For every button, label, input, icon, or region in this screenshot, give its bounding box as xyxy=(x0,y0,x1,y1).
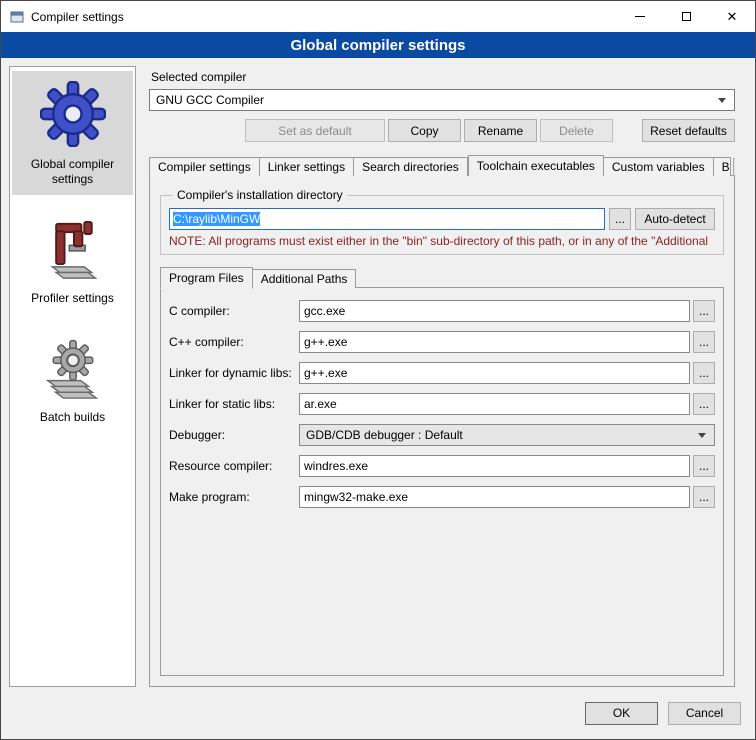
field-label: C++ compiler: xyxy=(169,335,299,349)
gray-gear-stack-icon xyxy=(42,338,104,400)
program-files-panel: C compiler: gcc.exe ... C++ compiler: g+… xyxy=(160,287,724,676)
field-value: windres.exe xyxy=(304,459,368,473)
cpp-compiler-input[interactable]: g++.exe xyxy=(299,331,690,353)
c-compiler-input[interactable]: gcc.exe xyxy=(299,300,690,322)
program-files-tabstrip: Program Files Additional Paths xyxy=(160,267,724,288)
selected-compiler-value: GNU GCC Compiler xyxy=(156,93,264,107)
sidebar-item-label: Profiler settings xyxy=(31,291,114,306)
ok-button[interactable]: OK xyxy=(585,702,658,725)
tab-build-options[interactable]: Buil xyxy=(714,157,731,176)
tab-linker-settings[interactable]: Linker settings xyxy=(260,157,354,176)
dynamic-linker-input[interactable]: g++.exe xyxy=(299,362,690,384)
installation-directory-input[interactable]: C:\raylib\MinGW xyxy=(169,208,605,230)
reset-defaults-button[interactable]: Reset defaults xyxy=(642,119,735,142)
delete-button[interactable]: Delete xyxy=(540,119,613,142)
close-button[interactable]: ✕ xyxy=(709,1,755,32)
resource-compiler-browse-button[interactable]: ... xyxy=(693,455,715,477)
installation-directory-legend: Compiler's installation directory xyxy=(173,188,347,202)
maximize-button[interactable] xyxy=(663,1,709,32)
settings-sidebar: Global compiler settings xyxy=(9,66,136,687)
subtab-additional-paths[interactable]: Additional Paths xyxy=(253,269,357,288)
field-row-cpp-compiler: C++ compiler: g++.exe ... xyxy=(169,331,715,353)
compiler-buttons-row: Set as default Copy Rename Delete Reset … xyxy=(149,119,735,142)
tab-custom-variables[interactable]: Custom variables xyxy=(604,157,714,176)
sidebar-item-label: Global compiler settings xyxy=(14,157,131,187)
dynamic-linker-browse-button[interactable]: ... xyxy=(693,362,715,384)
minimize-icon xyxy=(635,16,645,17)
compiler-settings-window: Compiler settings ✕ Global compiler sett… xyxy=(0,0,756,740)
installation-directory-value: C:\raylib\MinGW xyxy=(173,212,260,226)
c-compiler-browse-button[interactable]: ... xyxy=(693,300,715,322)
app-icon xyxy=(9,9,25,25)
field-value: ar.exe xyxy=(304,397,337,411)
toolchain-executables-panel: Compiler's installation directory C:\ray… xyxy=(149,175,735,687)
field-value: mingw32-make.exe xyxy=(304,490,408,504)
chevron-down-icon xyxy=(698,433,706,438)
field-label: Resource compiler: xyxy=(169,459,299,473)
maximize-icon xyxy=(682,12,691,21)
chevron-down-icon xyxy=(718,98,726,103)
rename-button[interactable]: Rename xyxy=(464,119,537,142)
set-as-default-button[interactable]: Set as default xyxy=(245,119,385,142)
installation-directory-note: NOTE: All programs must exist either in … xyxy=(169,234,715,248)
tab-scrollers: ◄ ► xyxy=(731,158,735,176)
installation-directory-row: C:\raylib\MinGW ... Auto-detect xyxy=(169,208,715,230)
field-label: C compiler: xyxy=(169,304,299,318)
field-value: gcc.exe xyxy=(304,304,345,318)
close-icon: ✕ xyxy=(727,10,738,23)
field-row-debugger: Debugger: GDB/CDB debugger : Default xyxy=(169,424,715,446)
field-label: Linker for dynamic libs: xyxy=(169,366,299,380)
field-label: Debugger: xyxy=(169,428,299,442)
tab-search-directories[interactable]: Search directories xyxy=(354,157,468,176)
field-row-dynamic-linker: Linker for dynamic libs: g++.exe ... xyxy=(169,362,715,384)
installation-directory-group: Compiler's installation directory C:\ray… xyxy=(160,188,724,255)
cancel-button[interactable]: Cancel xyxy=(668,702,741,725)
sidebar-item-global-compiler-settings[interactable]: Global compiler settings xyxy=(12,71,133,195)
dialog-footer: OK Cancel xyxy=(1,695,755,739)
selected-compiler-dropdown[interactable]: GNU GCC Compiler xyxy=(149,89,735,111)
field-row-static-linker: Linker for static libs: ar.exe ... xyxy=(169,393,715,415)
subtab-program-files[interactable]: Program Files xyxy=(160,267,253,289)
copy-button[interactable]: Copy xyxy=(388,119,461,142)
cpp-compiler-browse-button[interactable]: ... xyxy=(693,331,715,353)
dialog-header: Global compiler settings xyxy=(1,32,755,58)
sidebar-item-profiler-settings[interactable]: Profiler settings xyxy=(12,209,133,314)
window-title: Compiler settings xyxy=(31,10,124,24)
clamp-tool-icon xyxy=(43,219,103,281)
field-value: g++.exe xyxy=(304,366,347,380)
blue-gear-icon xyxy=(40,81,106,147)
auto-detect-button[interactable]: Auto-detect xyxy=(635,208,715,230)
make-program-input[interactable]: mingw32-make.exe xyxy=(299,486,690,508)
field-label: Make program: xyxy=(169,490,299,504)
field-value: g++.exe xyxy=(304,335,347,349)
sidebar-item-label: Batch builds xyxy=(40,410,105,425)
resource-compiler-input[interactable]: windres.exe xyxy=(299,455,690,477)
dialog-body: Global compiler settings xyxy=(1,58,755,695)
settings-tabstrip: Compiler settings Linker settings Search… xyxy=(149,155,735,176)
static-linker-browse-button[interactable]: ... xyxy=(693,393,715,415)
field-row-make-program: Make program: mingw32-make.exe ... xyxy=(169,486,715,508)
field-value: GDB/CDB debugger : Default xyxy=(306,428,463,442)
field-label: Linker for static libs: xyxy=(169,397,299,411)
main-panel: Selected compiler GNU GCC Compiler Set a… xyxy=(147,66,747,687)
selected-compiler-label: Selected compiler xyxy=(151,70,735,84)
minimize-button[interactable] xyxy=(617,1,663,32)
tab-toolchain-executables[interactable]: Toolchain executables xyxy=(468,155,604,176)
field-row-resource-compiler: Resource compiler: windres.exe ... xyxy=(169,455,715,477)
installation-directory-browse-button[interactable]: ... xyxy=(609,208,631,230)
sidebar-item-batch-builds[interactable]: Batch builds xyxy=(12,328,133,433)
make-program-browse-button[interactable]: ... xyxy=(693,486,715,508)
static-linker-input[interactable]: ar.exe xyxy=(299,393,690,415)
titlebar: Compiler settings ✕ xyxy=(1,1,755,32)
tab-compiler-settings[interactable]: Compiler settings xyxy=(149,157,260,176)
field-row-c-compiler: C compiler: gcc.exe ... xyxy=(169,300,715,322)
debugger-dropdown[interactable]: GDB/CDB debugger : Default xyxy=(299,424,715,446)
tab-scroll-left-button[interactable]: ◄ xyxy=(733,158,735,176)
window-controls: ✕ xyxy=(617,1,755,32)
